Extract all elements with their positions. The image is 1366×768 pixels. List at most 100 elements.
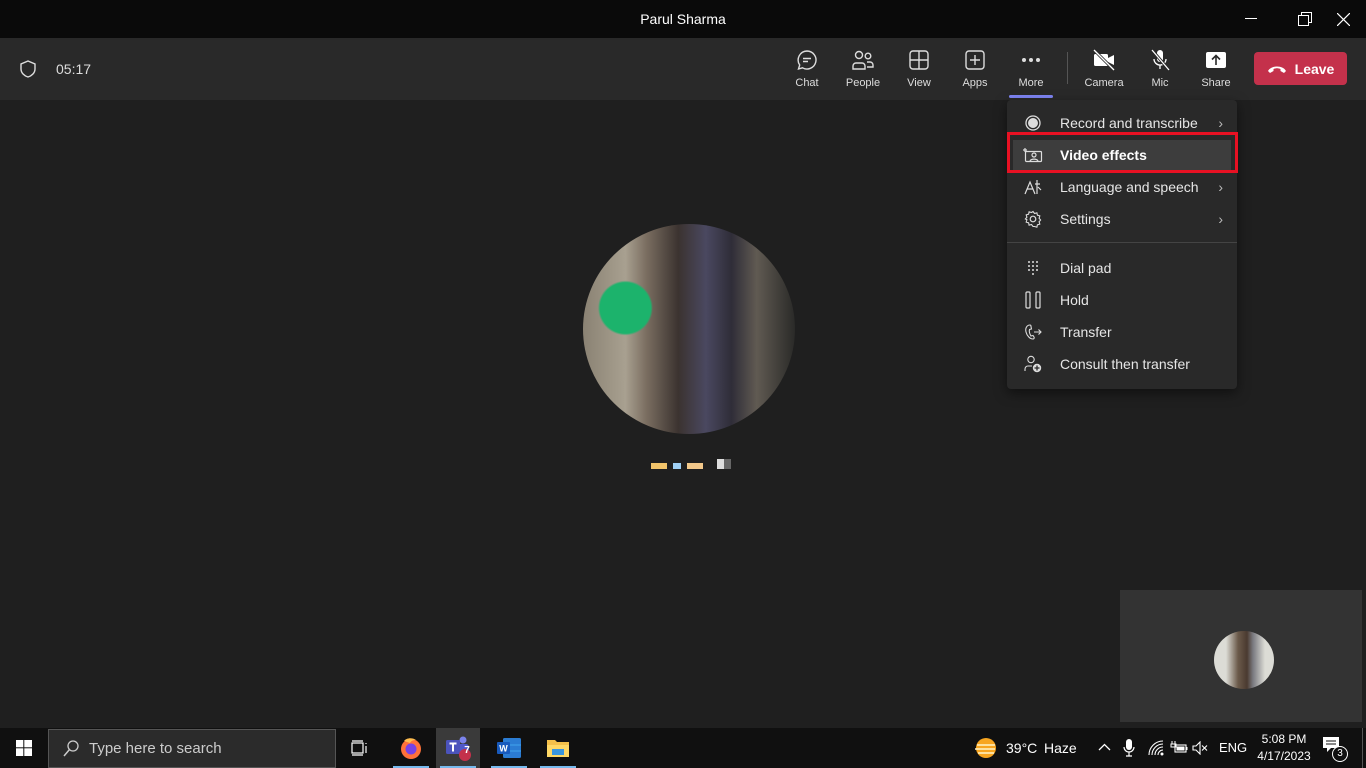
self-avatar (1214, 631, 1274, 689)
teams-notification-badge: 7 (464, 745, 470, 756)
share-icon (1206, 52, 1226, 68)
more-active-indicator (1009, 95, 1053, 98)
menu-item-consult-then-transfer[interactable]: Consult then transfer (1013, 349, 1231, 379)
taskbar-search-box[interactable]: Type here to search (48, 729, 336, 768)
remote-participant-avatar (583, 224, 795, 434)
window-title: Parul Sharma (640, 11, 726, 27)
chevron-right-icon: › (1218, 115, 1223, 131)
menu-item-label: Dial pad (1060, 260, 1112, 276)
file-explorer-icon (547, 740, 569, 757)
taskbar-firefox[interactable] (389, 728, 433, 768)
weather-description[interactable]: Haze (1044, 740, 1077, 756)
more-dots-icon (1022, 58, 1040, 62)
chat-button[interactable]: Chat (779, 48, 835, 94)
menu-item-transfer[interactable]: Transfer (1013, 317, 1231, 347)
dialpad-icon (1028, 261, 1038, 275)
menu-item-label: Transfer (1060, 324, 1112, 340)
camera-label: Camera (1084, 77, 1124, 89)
menu-item-video-effects[interactable]: Video effects (1013, 140, 1231, 170)
task-view-icon (351, 740, 367, 756)
notification-count-badge: 3 (1332, 746, 1348, 762)
more-label: More (1018, 77, 1044, 89)
microphone-tray-icon[interactable] (1123, 739, 1135, 757)
windows-taskbar: Type here to search 7 W 39°C Haze ENG 5:… (0, 728, 1366, 768)
view-label: View (907, 77, 931, 89)
weather-haze-icon (975, 738, 996, 758)
menu-item-label: Language and speech (1060, 179, 1199, 195)
wifi-icon[interactable] (1148, 740, 1164, 756)
system-clock[interactable]: 5:08 PM 4/17/2023 (1254, 731, 1314, 765)
share-button[interactable]: Share (1188, 48, 1244, 94)
taskbar-teams[interactable]: 7 (436, 728, 480, 768)
menu-item-hold[interactable]: Hold (1013, 285, 1231, 315)
clock-date: 4/17/2023 (1257, 749, 1311, 763)
task-view-button[interactable] (338, 728, 382, 768)
hold-icon (1025, 291, 1041, 309)
menu-item-label: Settings (1060, 211, 1111, 227)
video-effects-icon (1023, 148, 1043, 163)
action-center-button[interactable]: 3 (1322, 736, 1350, 762)
view-button[interactable]: View (891, 48, 947, 94)
close-icon (1336, 12, 1350, 26)
camera-button[interactable]: Camera (1076, 48, 1132, 94)
search-icon (63, 739, 79, 756)
menu-item-label: Video effects (1060, 147, 1147, 163)
shield-icon (20, 60, 36, 78)
record-icon (1025, 115, 1041, 131)
input-language[interactable]: ENG (1219, 740, 1247, 755)
menu-item-label: Record and transcribe (1060, 115, 1198, 131)
battery-charging-icon[interactable] (1170, 741, 1188, 753)
people-icon (852, 50, 874, 70)
mic-label: Mic (1151, 77, 1169, 89)
show-desktop-button[interactable] (1362, 728, 1363, 768)
hang-up-icon (1267, 66, 1286, 73)
camera-off-icon (1092, 49, 1116, 71)
participant-name-placeholder (651, 459, 731, 469)
mic-off-icon (1150, 49, 1171, 71)
close-button[interactable] (1320, 0, 1366, 38)
menu-item-label: Consult then transfer (1060, 356, 1190, 372)
menu-divider (1007, 242, 1237, 243)
clock-time: 5:08 PM (1261, 732, 1307, 746)
title-bar: Parul Sharma (0, 0, 1366, 38)
menu-item-language-and-speech[interactable]: Language and speech › (1013, 172, 1231, 202)
menu-item-dial-pad[interactable]: Dial pad (1013, 253, 1231, 283)
start-button[interactable] (0, 728, 48, 768)
minimize-icon (1245, 18, 1257, 19)
chevron-right-icon: › (1218, 211, 1223, 227)
consult-transfer-icon (1024, 355, 1042, 373)
more-options-menu: Record and transcribe › Video effects La… (1007, 100, 1237, 389)
mic-button[interactable]: Mic (1132, 48, 1188, 94)
minimize-button[interactable] (1228, 0, 1274, 38)
menu-item-settings[interactable]: Settings › (1013, 204, 1231, 234)
gear-icon (1024, 210, 1042, 228)
search-placeholder: Type here to search (89, 740, 222, 757)
meeting-toolbar: 05:17 Chat People View Apps More Camera … (0, 38, 1366, 100)
svg-text:W: W (499, 744, 508, 754)
show-hidden-icons-chevron-up-icon[interactable] (1098, 743, 1111, 751)
menu-item-label: Hold (1060, 292, 1089, 308)
toolbar-divider (1067, 52, 1068, 84)
windows-logo-icon (16, 740, 32, 756)
taskbar-word[interactable]: W (487, 728, 531, 768)
transfer-icon (1025, 324, 1042, 340)
firefox-icon (401, 738, 421, 759)
people-button[interactable]: People (835, 48, 891, 94)
restore-icon (1298, 12, 1312, 26)
more-button[interactable]: More (1003, 48, 1059, 94)
apps-plus-icon (965, 50, 985, 70)
language-icon (1024, 180, 1042, 195)
chevron-right-icon: › (1218, 179, 1223, 195)
chat-label: Chat (795, 77, 819, 89)
apps-button[interactable]: Apps (947, 48, 1003, 94)
taskbar-file-explorer[interactable] (536, 728, 580, 768)
menu-item-record-and-transcribe[interactable]: Record and transcribe › (1013, 108, 1231, 138)
weather-temperature[interactable]: 39°C (1006, 740, 1037, 756)
chat-icon (797, 50, 817, 71)
word-icon: W (497, 738, 521, 758)
apps-label: Apps (962, 77, 988, 89)
view-grid-icon (909, 50, 929, 70)
leave-button[interactable]: Leave (1254, 52, 1347, 85)
volume-muted-icon[interactable] (1192, 741, 1208, 755)
call-timer: 05:17 (56, 61, 92, 77)
